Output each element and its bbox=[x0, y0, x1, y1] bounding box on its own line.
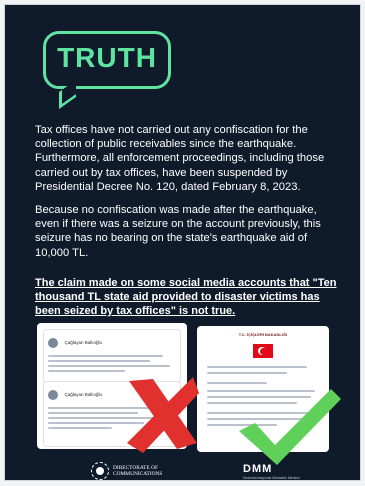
fact-check-card: TRUTH Tax offices have not carried out a… bbox=[4, 4, 361, 481]
claim-text: The claim made on some social media acco… bbox=[35, 277, 337, 317]
dmm-wordmark: DMM bbox=[243, 463, 273, 475]
dmm-logo: DMM Dezenformasyonla Mücadele Merkezi bbox=[243, 463, 300, 480]
cross-icon bbox=[127, 377, 199, 453]
dmm-subtitle: Dezenformasyonla Mücadele Merkezi bbox=[243, 476, 300, 480]
directorate-line-2: COMMUNICATIONS bbox=[113, 471, 163, 477]
avatar bbox=[48, 389, 58, 400]
paragraph-1: Tax offices have not carried out any con… bbox=[35, 124, 325, 193]
seal-icon bbox=[91, 462, 109, 480]
turkish-flag-icon bbox=[253, 344, 273, 358]
truth-speech-bubble: TRUTH bbox=[43, 31, 171, 89]
check-icon bbox=[239, 389, 341, 465]
document-title: T.C. İÇİŞLERİ BAKANLIĞI bbox=[238, 332, 288, 337]
paragraph-2: Because no confiscation was made after t… bbox=[35, 204, 321, 259]
avatar bbox=[48, 337, 58, 348]
post-author: Çağlayan Ballıoğlu bbox=[64, 392, 102, 398]
truth-badge: TRUTH bbox=[57, 42, 157, 73]
post-author: Çağlayan Ballıoğlu bbox=[64, 340, 102, 346]
